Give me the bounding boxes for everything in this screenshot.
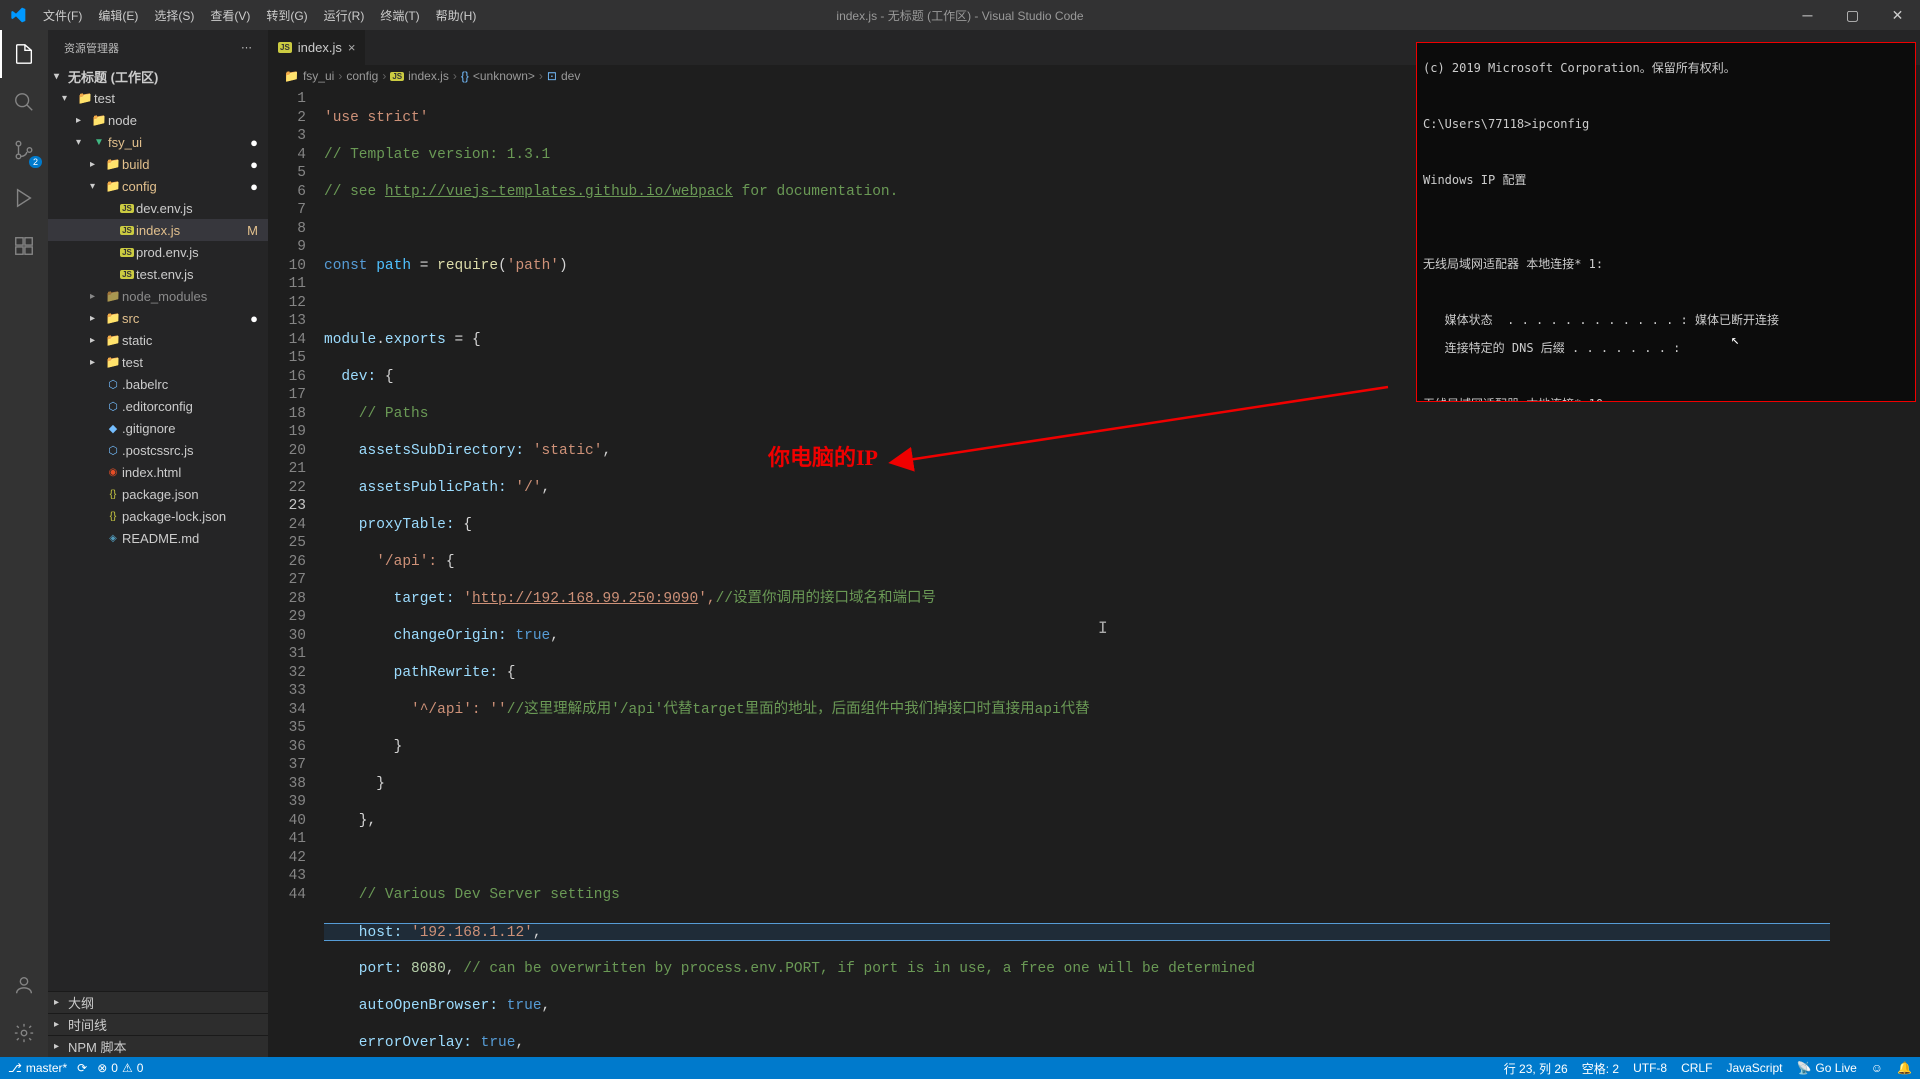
tree-file-devenv[interactable]: JSdev.env.js bbox=[48, 197, 268, 219]
close-button[interactable]: ✕ bbox=[1875, 0, 1920, 30]
tree-file-babelrc[interactable]: ⬡.babelrc bbox=[48, 373, 268, 395]
status-golive[interactable]: 📡Go Live bbox=[1796, 1060, 1856, 1077]
tree-folder-fsyui[interactable]: ▾▼fsy_ui● bbox=[48, 131, 268, 153]
close-icon[interactable]: × bbox=[348, 40, 356, 55]
mouse-cursor: ↖ bbox=[1731, 333, 1739, 347]
status-indent[interactable]: 空格: 2 bbox=[1582, 1060, 1619, 1077]
window-controls: ─ ▢ ✕ bbox=[1785, 0, 1920, 30]
tree-folder-build[interactable]: ▸📁build● bbox=[48, 153, 268, 175]
sidebar: 资源管理器 ⋯ ▾ 无标题 (工作区) ▾📁test ▸📁node ▾▼fsy_… bbox=[48, 30, 268, 1057]
account-icon[interactable] bbox=[0, 961, 48, 1009]
tab-index-js[interactable]: JS index.js × bbox=[268, 30, 366, 65]
menu-terminal[interactable]: 终端(T) bbox=[372, 0, 427, 30]
js-file-icon: JS bbox=[278, 42, 292, 53]
menu-help[interactable]: 帮助(H) bbox=[428, 0, 485, 30]
terminal-overlay: (c) 2019 Microsoft Corporation。保留所有权利。 C… bbox=[1416, 42, 1916, 402]
vscode-logo-icon bbox=[0, 7, 35, 23]
tree-file-index[interactable]: JSindex.jsM bbox=[48, 219, 268, 241]
minimize-button[interactable]: ─ bbox=[1785, 0, 1830, 30]
tree-file-indexhtml[interactable]: ◉index.html bbox=[48, 461, 268, 483]
status-bell[interactable]: 🔔 bbox=[1897, 1060, 1912, 1077]
sidebar-title: 资源管理器 bbox=[64, 40, 119, 56]
tree-file-packagelock[interactable]: {}package-lock.json bbox=[48, 505, 268, 527]
panel-outline[interactable]: ▸大纲 bbox=[48, 991, 268, 1013]
source-control-icon[interactable]: 2 bbox=[0, 126, 48, 174]
tab-label: index.js bbox=[298, 40, 342, 55]
tree-folder-node[interactable]: ▸📁node bbox=[48, 109, 268, 131]
panel-timeline[interactable]: ▸时间线 bbox=[48, 1013, 268, 1035]
workspace-name: 无标题 (工作区) bbox=[68, 67, 158, 86]
status-encoding[interactable]: UTF-8 bbox=[1633, 1060, 1667, 1077]
sidebar-more-icon[interactable]: ⋯ bbox=[241, 41, 252, 54]
status-language[interactable]: JavaScript bbox=[1726, 1060, 1782, 1077]
statusbar: ⎇master* ⟳ ⊗0⚠0 行 23, 列 26 空格: 2 UTF-8 C… bbox=[0, 1057, 1920, 1079]
menubar: 文件(F) 编辑(E) 选择(S) 查看(V) 转到(G) 运行(R) 终端(T… bbox=[0, 0, 1920, 30]
tree-file-editorconfig[interactable]: ⬡.editorconfig bbox=[48, 395, 268, 417]
text-cursor: I bbox=[1098, 619, 1108, 638]
tree-file-postcssrc[interactable]: ⬡.postcssrc.js bbox=[48, 439, 268, 461]
file-tree: ▾📁test ▸📁node ▾▼fsy_ui● ▸📁build● ▾📁confi… bbox=[48, 87, 268, 991]
tree-folder-src[interactable]: ▸📁src● bbox=[48, 307, 268, 329]
tree-file-package[interactable]: {}package.json bbox=[48, 483, 268, 505]
tree-file-readme[interactable]: ◈README.md bbox=[48, 527, 268, 549]
tree-file-gitignore[interactable]: ◆.gitignore bbox=[48, 417, 268, 439]
workspace-root[interactable]: ▾ 无标题 (工作区) bbox=[48, 65, 268, 87]
line-numbers: 1234567891011121314151617181920212223242… bbox=[268, 87, 324, 1057]
explorer-icon[interactable] bbox=[0, 30, 48, 78]
window-title: index.js - 无标题 (工作区) - Visual Studio Cod… bbox=[836, 7, 1083, 24]
extensions-icon[interactable] bbox=[0, 222, 48, 270]
status-position[interactable]: 行 23, 列 26 bbox=[1504, 1060, 1568, 1077]
status-problems[interactable]: ⊗0⚠0 bbox=[97, 1061, 143, 1075]
chevron-down-icon: ▾ bbox=[54, 71, 68, 82]
status-eol[interactable]: CRLF bbox=[1681, 1060, 1712, 1077]
tree-file-prodenv[interactable]: JSprod.env.js bbox=[48, 241, 268, 263]
search-icon[interactable] bbox=[0, 78, 48, 126]
menu-edit[interactable]: 编辑(E) bbox=[90, 0, 146, 30]
tree-folder-nodemodules[interactable]: ▸📁node_modules bbox=[48, 285, 268, 307]
maximize-button[interactable]: ▢ bbox=[1830, 0, 1875, 30]
tree-folder-static[interactable]: ▸📁static bbox=[48, 329, 268, 351]
tree-folder-config[interactable]: ▾📁config● bbox=[48, 175, 268, 197]
status-feedback[interactable]: ☺ bbox=[1871, 1060, 1883, 1077]
panel-npm[interactable]: ▸NPM 脚本 bbox=[48, 1035, 268, 1057]
menu-go[interactable]: 转到(G) bbox=[258, 0, 315, 30]
debug-icon[interactable] bbox=[0, 174, 48, 222]
menu-selection[interactable]: 选择(S) bbox=[146, 0, 202, 30]
menu-run[interactable]: 运行(R) bbox=[316, 0, 373, 30]
settings-icon[interactable] bbox=[0, 1009, 48, 1057]
activitybar: 2 bbox=[0, 30, 48, 1057]
tree-folder-test[interactable]: ▾📁test bbox=[48, 87, 268, 109]
tree-folder-test2[interactable]: ▸📁test bbox=[48, 351, 268, 373]
scm-badge: 2 bbox=[29, 156, 42, 168]
annotation-text: 你电脑的IP bbox=[768, 449, 878, 468]
status-branch[interactable]: ⎇master* bbox=[8, 1061, 67, 1075]
sidebar-header: 资源管理器 ⋯ bbox=[48, 30, 268, 65]
status-sync[interactable]: ⟳ bbox=[77, 1061, 87, 1075]
editor-area: JS index.js × ⧉ ▥ ⋯ 📁fsy_ui› config› JSi… bbox=[268, 30, 1920, 1057]
tree-file-testenv[interactable]: JStest.env.js bbox=[48, 263, 268, 285]
menu-file[interactable]: 文件(F) bbox=[35, 0, 90, 30]
menu-view[interactable]: 查看(V) bbox=[202, 0, 258, 30]
